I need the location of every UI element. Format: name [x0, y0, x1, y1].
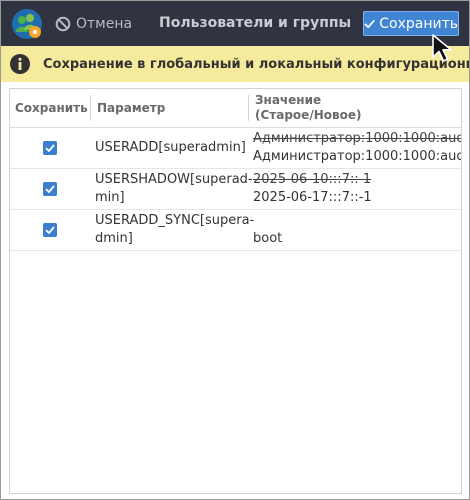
info-icon	[10, 54, 30, 74]
save-label: Сохранить	[379, 15, 458, 32]
new-value: 2025-06-17:::7::-1	[253, 190, 372, 205]
save-checkbox[interactable]	[43, 182, 57, 196]
new-value: Администратор:1000:1000:audio,d	[253, 149, 461, 164]
cancel-label: Отмена	[76, 16, 133, 32]
save-checkbox[interactable]	[43, 223, 57, 237]
banner-text: Сохранение в глобальный и локальный конф…	[43, 56, 469, 72]
mouse-cursor-icon	[432, 34, 452, 62]
app-window: Отмена Пользователи и группы Сохранить С…	[0, 0, 470, 500]
column-header-value-line2: (Старое/Новое)	[255, 108, 362, 122]
checkmark-icon	[364, 19, 375, 28]
param-value: 2025-06-10:::7:: 1 2025-06-17:::7::-1	[253, 171, 461, 207]
info-banner: Сохранение в глобальный и локальный конф…	[1, 46, 469, 82]
table-row[interactable]: USERSHADOW[superad- min] 2025-06-10:::7:…	[10, 169, 461, 210]
save-checkbox[interactable]	[43, 141, 57, 155]
old-value: Администратор:1000:1000:audio,d	[253, 131, 461, 146]
column-separator	[90, 95, 91, 121]
param-name: USERSHADOW[superad- min]	[95, 172, 253, 205]
window-title: Пользователи и группы	[159, 15, 352, 31]
column-header-value[interactable]: Значение (Старое/Новое)	[255, 89, 361, 127]
table-row[interactable]: USERADD_SYNC[supera- dmin] boot	[10, 210, 461, 251]
column-header-save[interactable]: Сохранить	[15, 89, 88, 127]
check-icon	[45, 144, 55, 153]
cancel-button[interactable]: Отмена	[55, 13, 132, 35]
column-header-value-line1: Значение	[255, 93, 322, 107]
new-value: boot	[253, 231, 283, 246]
check-icon	[45, 226, 55, 235]
check-icon	[45, 185, 55, 194]
param-value: Администратор:1000:1000:audio,d Админист…	[253, 130, 461, 166]
column-separator	[248, 95, 249, 121]
header-bar: Отмена Пользователи и группы Сохранить	[1, 1, 469, 46]
changes-table: Сохранить Параметр Значение (Старое/Ново…	[9, 88, 462, 494]
old-value: 2025-06-10:::7:: 1	[253, 172, 372, 187]
table-header: Сохранить Параметр Значение (Старое/Ново…	[10, 89, 461, 128]
users-groups-settings-icon	[12, 9, 42, 39]
param-value: boot	[253, 230, 461, 248]
param-name: USERADD_SYNC[supera- dmin]	[95, 213, 255, 246]
param-name: USERADD[superadmin]	[95, 140, 246, 155]
column-header-param[interactable]: Параметр	[97, 89, 165, 127]
cancel-circle-icon	[55, 16, 71, 32]
table-row[interactable]: USERADD[superadmin] Администратор:1000:1…	[10, 128, 461, 169]
